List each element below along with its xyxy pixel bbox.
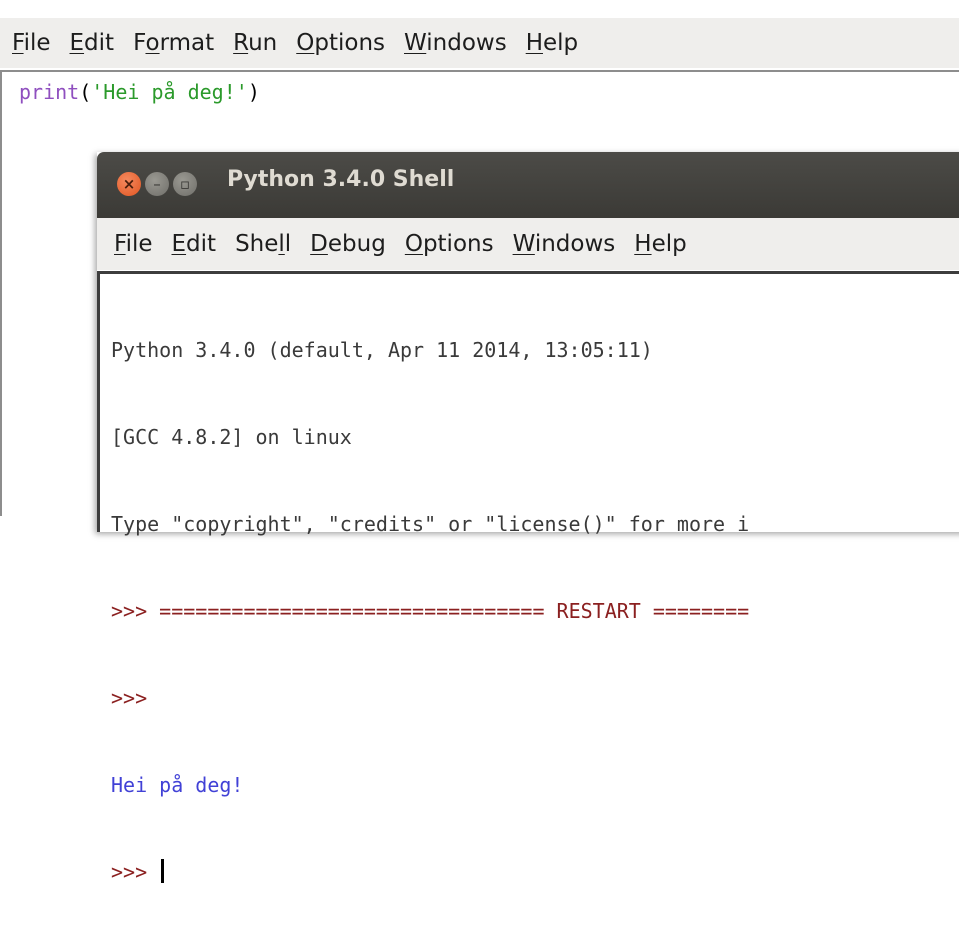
code-string: 'Hei på deg!' — [91, 80, 248, 104]
editor-menu-help[interactable]: Help — [526, 30, 578, 56]
shell-line-gcc: [GCC 4.8.2] on linux — [111, 425, 352, 449]
close-icon[interactable]: × — [117, 172, 141, 196]
shell-menu-options[interactable]: Options — [405, 231, 494, 257]
code-builtin-print: print — [19, 80, 80, 104]
shell-prompt: >>> — [111, 860, 160, 884]
window-title: Python 3.4.0 Shell — [227, 167, 455, 192]
shell-titlebar[interactable]: × – ▫ Python 3.4.0 Shell — [97, 152, 959, 218]
editor-menu-edit[interactable]: Edit — [70, 30, 115, 56]
shell-menu-shell[interactable]: Shell — [235, 231, 291, 257]
editor-menubar: File Edit Format Run Options Windows Hel… — [0, 18, 959, 68]
shell-menu-debug[interactable]: Debug — [310, 231, 386, 257]
shell-window: × – ▫ Python 3.4.0 Shell File Edit Shell… — [97, 152, 959, 884]
editor-menu-file[interactable]: File — [12, 30, 51, 56]
shell-prompt: >>> — [111, 686, 148, 710]
shell-menu-help[interactable]: Help — [634, 231, 686, 257]
shell-line-copyright: Type "copyright", "credits" or "license(… — [111, 512, 750, 536]
editor-menu-run[interactable]: Run — [233, 30, 277, 56]
text-cursor — [161, 859, 165, 883]
minimize-icon[interactable]: – — [145, 172, 169, 196]
editor-code-line: print('Hei på deg!') — [19, 80, 260, 104]
maximize-icon[interactable]: ▫ — [173, 172, 197, 196]
shell-output: Hei på deg! — [111, 773, 244, 797]
shell-menubar: File Edit Shell Debug Options Windows He… — [97, 218, 959, 270]
shell-text-area[interactable]: Python 3.4.0 (default, Apr 11 2014, 13:0… — [97, 271, 959, 884]
shell-input-line[interactable]: >>> — [111, 858, 749, 887]
shell-line-version: Python 3.4.0 (default, Apr 11 2014, 13:0… — [111, 338, 653, 362]
shell-line-restart: >>> ================================ RES… — [111, 599, 750, 623]
shell-menu-edit[interactable]: Edit — [172, 231, 217, 257]
shell-menu-file[interactable]: File — [114, 231, 153, 257]
editor-menu-format[interactable]: Format — [133, 30, 214, 56]
editor-menu-windows[interactable]: Windows — [404, 30, 507, 56]
shell-menu-windows[interactable]: Windows — [513, 231, 616, 257]
editor-menu-options[interactable]: Options — [296, 30, 385, 56]
